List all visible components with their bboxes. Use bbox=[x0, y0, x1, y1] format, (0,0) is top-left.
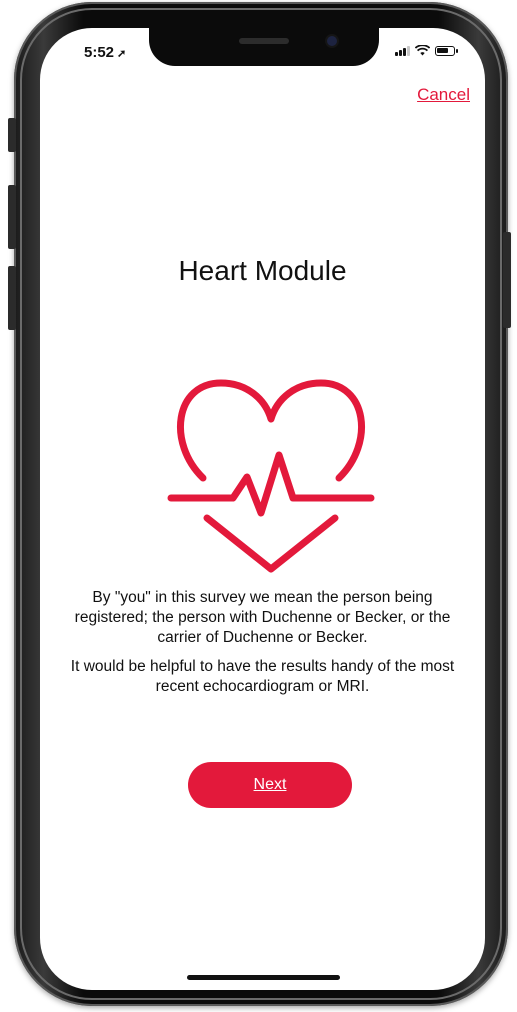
intro-text: By "you" in this survey we mean the pers… bbox=[58, 588, 467, 706]
status-time: 5:52 ➚ bbox=[84, 44, 126, 61]
cellular-signal-icon bbox=[395, 45, 410, 56]
volume-up-button bbox=[8, 185, 16, 249]
page-title: Heart Module bbox=[178, 255, 347, 286]
silent-switch bbox=[8, 118, 16, 152]
intro-paragraph: By "you" in this survey we mean the pers… bbox=[74, 589, 451, 646]
cancel-link[interactable]: Cancel bbox=[417, 85, 470, 105]
notch bbox=[149, 28, 379, 66]
battery-icon bbox=[435, 45, 458, 56]
location-arrow-icon: ➚ bbox=[117, 48, 127, 60]
volume-down-button bbox=[8, 266, 16, 330]
wifi-icon bbox=[415, 45, 430, 56]
home-indicator[interactable] bbox=[187, 975, 340, 980]
next-button[interactable]: Next bbox=[188, 762, 352, 808]
intro-paragraph: It would be helpful to have the results … bbox=[70, 658, 455, 695]
screen: 5:52 ➚ Cancel Heart Module By "you" in th… bbox=[40, 28, 485, 990]
speaker-grille bbox=[239, 38, 289, 44]
status-icons bbox=[395, 45, 458, 56]
status-time-label: 5:52 bbox=[84, 44, 115, 61]
power-button bbox=[503, 232, 511, 328]
heart-rate-icon bbox=[167, 379, 375, 573]
front-camera bbox=[327, 36, 337, 46]
